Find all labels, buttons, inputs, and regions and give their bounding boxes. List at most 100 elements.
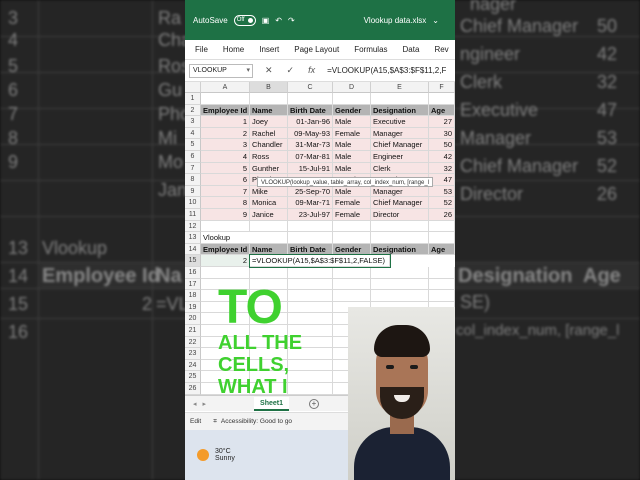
table-cell-a[interactable]: 6 bbox=[201, 174, 250, 186]
table-cell-e[interactable]: Clerk bbox=[371, 162, 429, 175]
table-header-cell[interactable]: Employee Id bbox=[201, 104, 250, 117]
scroll-right-icon[interactable]: ▸ bbox=[203, 400, 207, 408]
tab-home[interactable]: Home bbox=[223, 45, 244, 54]
table-cell-d[interactable]: Male bbox=[333, 139, 371, 151]
row-header[interactable]: 2 bbox=[185, 104, 201, 117]
table-cell-a[interactable]: 8 bbox=[201, 197, 250, 209]
table-cell-d[interactable]: Female bbox=[333, 127, 371, 140]
table-header-cell[interactable]: Birth Date bbox=[288, 104, 333, 117]
name-box[interactable]: VLOOKUP bbox=[189, 63, 253, 78]
row-header[interactable]: 8 bbox=[185, 174, 201, 186]
cancel-icon[interactable]: ✕ bbox=[265, 65, 273, 76]
row-header[interactable]: 13 bbox=[185, 232, 201, 244]
table-cell-a[interactable]: 7 bbox=[201, 185, 250, 198]
scroll-left-icon[interactable]: ◂ bbox=[193, 400, 197, 408]
empty-cell[interactable] bbox=[371, 267, 429, 279]
table-cell-e[interactable]: Chief Manager bbox=[371, 139, 429, 151]
table-cell-e[interactable]: Executive bbox=[371, 116, 429, 128]
table-header-cell[interactable]: Name bbox=[250, 104, 288, 117]
redo-icon[interactable]: ↷ bbox=[288, 16, 295, 25]
lookup-header-cell[interactable]: Employee Id bbox=[201, 243, 250, 256]
row-header[interactable]: 6 bbox=[185, 151, 201, 163]
empty-cell[interactable] bbox=[201, 93, 250, 105]
undo-icon[interactable]: ↶ bbox=[275, 16, 282, 25]
empty-cell[interactable] bbox=[333, 93, 371, 105]
table-cell-d[interactable]: Male bbox=[333, 162, 371, 175]
table-cell-f[interactable]: 27 bbox=[429, 116, 455, 128]
table-cell-f[interactable]: 26 bbox=[429, 209, 455, 221]
row-header[interactable]: 12 bbox=[185, 220, 201, 233]
empty-cell[interactable] bbox=[371, 93, 429, 105]
empty-cell[interactable] bbox=[371, 220, 429, 233]
table-cell-a[interactable]: 5 bbox=[201, 162, 250, 175]
formula-input[interactable]: =VLOOKUP(A15,$A$3:$F$11,2,F bbox=[327, 66, 446, 75]
lookup-id-cell[interactable]: 2 bbox=[201, 255, 250, 267]
table-cell-a[interactable]: 1 bbox=[201, 116, 250, 128]
tab-page-layout[interactable]: Page Layout bbox=[294, 45, 339, 54]
table-cell-f[interactable]: 50 bbox=[429, 139, 455, 151]
table-cell-e[interactable]: Chief Manager bbox=[371, 197, 429, 209]
table-cell-d[interactable]: Female bbox=[333, 197, 371, 209]
table-cell-e[interactable]: Manager bbox=[371, 127, 429, 140]
table-cell-c[interactable]: 09-Mar-71 bbox=[288, 197, 333, 209]
row-header[interactable]: 23 bbox=[185, 348, 201, 360]
table-cell-c[interactable]: 07-Mar-81 bbox=[288, 151, 333, 163]
row-header[interactable]: 26 bbox=[185, 383, 201, 395]
table-cell-d[interactable]: Female bbox=[333, 209, 371, 221]
table-cell-f[interactable]: 52 bbox=[429, 197, 455, 209]
column-header-f[interactable]: F bbox=[429, 82, 455, 93]
table-cell-b[interactable]: Monica bbox=[250, 197, 288, 209]
table-header-cell[interactable]: Gender bbox=[333, 104, 371, 117]
empty-cell[interactable] bbox=[333, 267, 371, 279]
empty-cell[interactable] bbox=[250, 220, 288, 233]
empty-cell[interactable] bbox=[250, 232, 288, 244]
table-cell-a[interactable]: 2 bbox=[201, 127, 250, 140]
row-header[interactable]: 18 bbox=[185, 290, 201, 302]
empty-cell[interactable] bbox=[250, 93, 288, 105]
row-header[interactable]: 16 bbox=[185, 267, 201, 279]
empty-cell[interactable] bbox=[333, 220, 371, 233]
empty-cell[interactable] bbox=[429, 278, 455, 291]
row-header[interactable]: 14 bbox=[185, 243, 201, 256]
table-cell-f[interactable]: 42 bbox=[429, 151, 455, 163]
row-header[interactable]: 9 bbox=[185, 185, 201, 198]
lookup-header-cell[interactable]: Name bbox=[250, 243, 288, 256]
accessibility-status[interactable]: Accessibility: Good to go bbox=[221, 418, 292, 425]
table-cell-b[interactable]: Janice bbox=[250, 209, 288, 221]
empty-cell[interactable] bbox=[429, 267, 455, 279]
table-cell-f[interactable]: 30 bbox=[429, 127, 455, 140]
table-cell-b[interactable]: Gunther bbox=[250, 162, 288, 175]
empty-cell[interactable] bbox=[371, 278, 429, 291]
row-header[interactable]: 21 bbox=[185, 325, 201, 337]
table-cell-b[interactable]: Chandler bbox=[250, 139, 288, 151]
empty-cell[interactable] bbox=[201, 267, 250, 279]
lookup-title[interactable]: Vlookup bbox=[201, 232, 250, 244]
file-name[interactable]: Vlookup data.xlsx bbox=[364, 16, 427, 25]
table-header-cell[interactable]: Age bbox=[429, 104, 455, 117]
empty-cell[interactable] bbox=[201, 220, 250, 233]
empty-cell[interactable] bbox=[288, 220, 333, 233]
table-cell-c[interactable]: 09-May-93 bbox=[288, 127, 333, 140]
row-header[interactable]: 20 bbox=[185, 313, 201, 325]
row-header[interactable]: 4 bbox=[185, 127, 201, 140]
row-header[interactable]: 22 bbox=[185, 336, 201, 349]
lookup-header-cell[interactable]: Age bbox=[429, 243, 455, 256]
save-icon[interactable]: ▣ bbox=[262, 16, 270, 25]
sheet-tab-sheet1[interactable]: Sheet1 bbox=[254, 396, 289, 411]
column-header-b[interactable]: B bbox=[250, 82, 288, 93]
empty-cell[interactable] bbox=[429, 93, 455, 105]
table-cell-f[interactable]: 53 bbox=[429, 185, 455, 198]
empty-cell[interactable] bbox=[429, 220, 455, 233]
empty-cell[interactable] bbox=[429, 290, 455, 302]
active-formula-cell[interactable]: =VLOOKUP(A15,$A$3:$F$11,2,FALSE) bbox=[249, 254, 391, 268]
table-cell-a[interactable]: 9 bbox=[201, 209, 250, 221]
column-header-c[interactable]: C bbox=[288, 82, 333, 93]
empty-cell[interactable] bbox=[333, 290, 371, 302]
empty-cell[interactable] bbox=[371, 290, 429, 302]
table-cell-c[interactable]: 15-Jul-91 bbox=[288, 162, 333, 175]
add-sheet-icon[interactable]: + bbox=[309, 398, 319, 409]
table-cell-c[interactable]: 01-Jan-96 bbox=[288, 116, 333, 128]
row-header[interactable]: 15 bbox=[185, 255, 201, 267]
row-header[interactable]: 11 bbox=[185, 209, 201, 221]
row-header[interactable]: 10 bbox=[185, 197, 201, 209]
